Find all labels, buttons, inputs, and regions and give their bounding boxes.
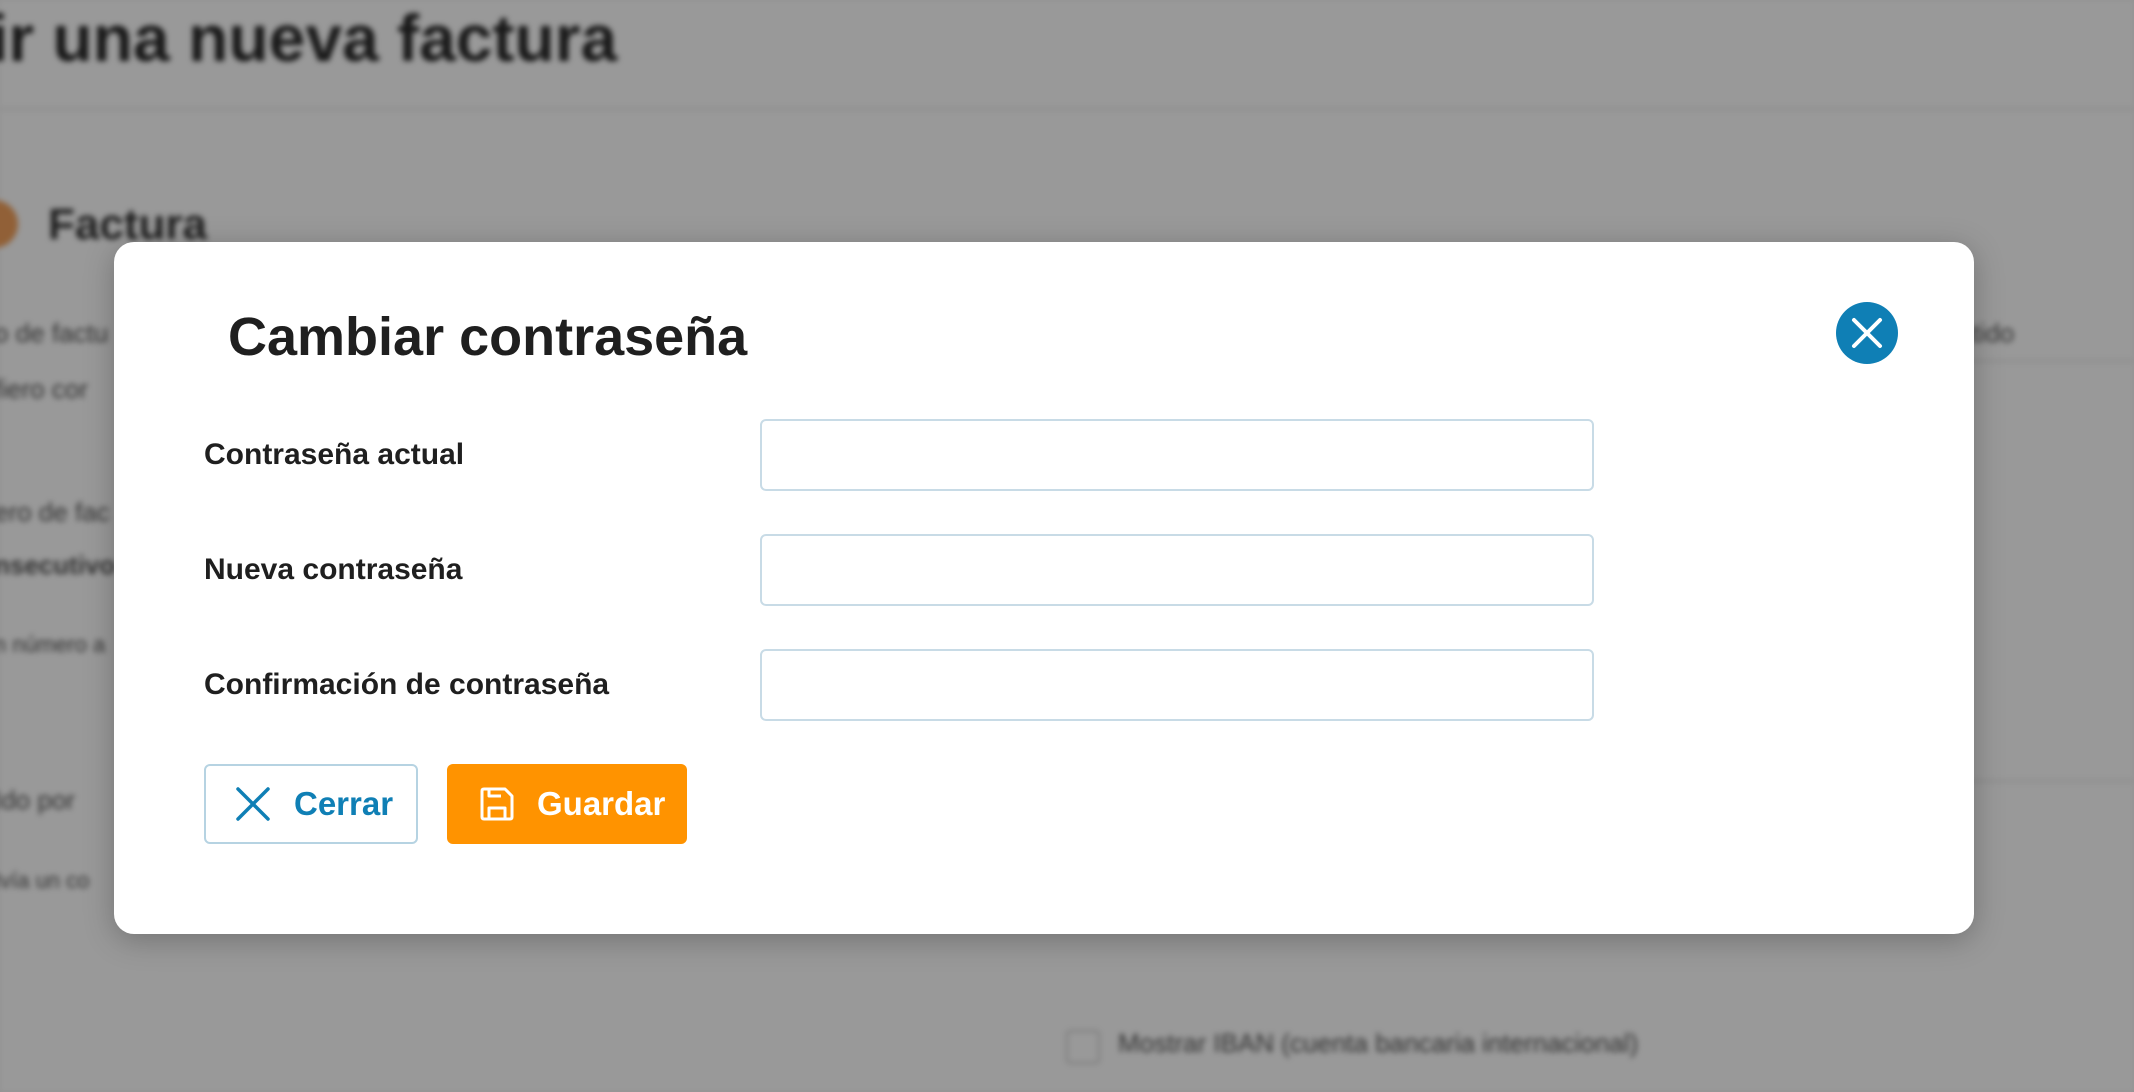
- confirm-password-row: Confirmación de contraseña: [204, 649, 1644, 721]
- save-button[interactable]: Guardar: [447, 764, 687, 844]
- cancel-button[interactable]: Cerrar: [204, 764, 418, 844]
- close-dialog-button[interactable]: [1836, 302, 1898, 364]
- floppy-disk-icon: [477, 784, 517, 824]
- confirm-password-label: Confirmación de contraseña: [204, 668, 610, 701]
- cancel-button-label: Cerrar: [294, 785, 394, 822]
- current-password-input[interactable]: [760, 419, 1594, 491]
- current-password-row: Contraseña actual: [204, 419, 1644, 491]
- close-icon: [1852, 318, 1882, 348]
- dialog-title: Cambiar contraseña: [228, 307, 748, 367]
- save-button-label: Guardar: [537, 785, 666, 822]
- current-password-label: Contraseña actual: [204, 438, 465, 471]
- new-password-input[interactable]: [760, 534, 1594, 606]
- new-password-row: Nueva contraseña: [204, 534, 1644, 606]
- confirm-password-input[interactable]: [760, 649, 1594, 721]
- new-password-label: Nueva contraseña: [204, 553, 463, 586]
- change-password-dialog: Cambiar contraseña Contraseña actual Nue…: [114, 242, 1974, 934]
- close-icon: [234, 785, 272, 823]
